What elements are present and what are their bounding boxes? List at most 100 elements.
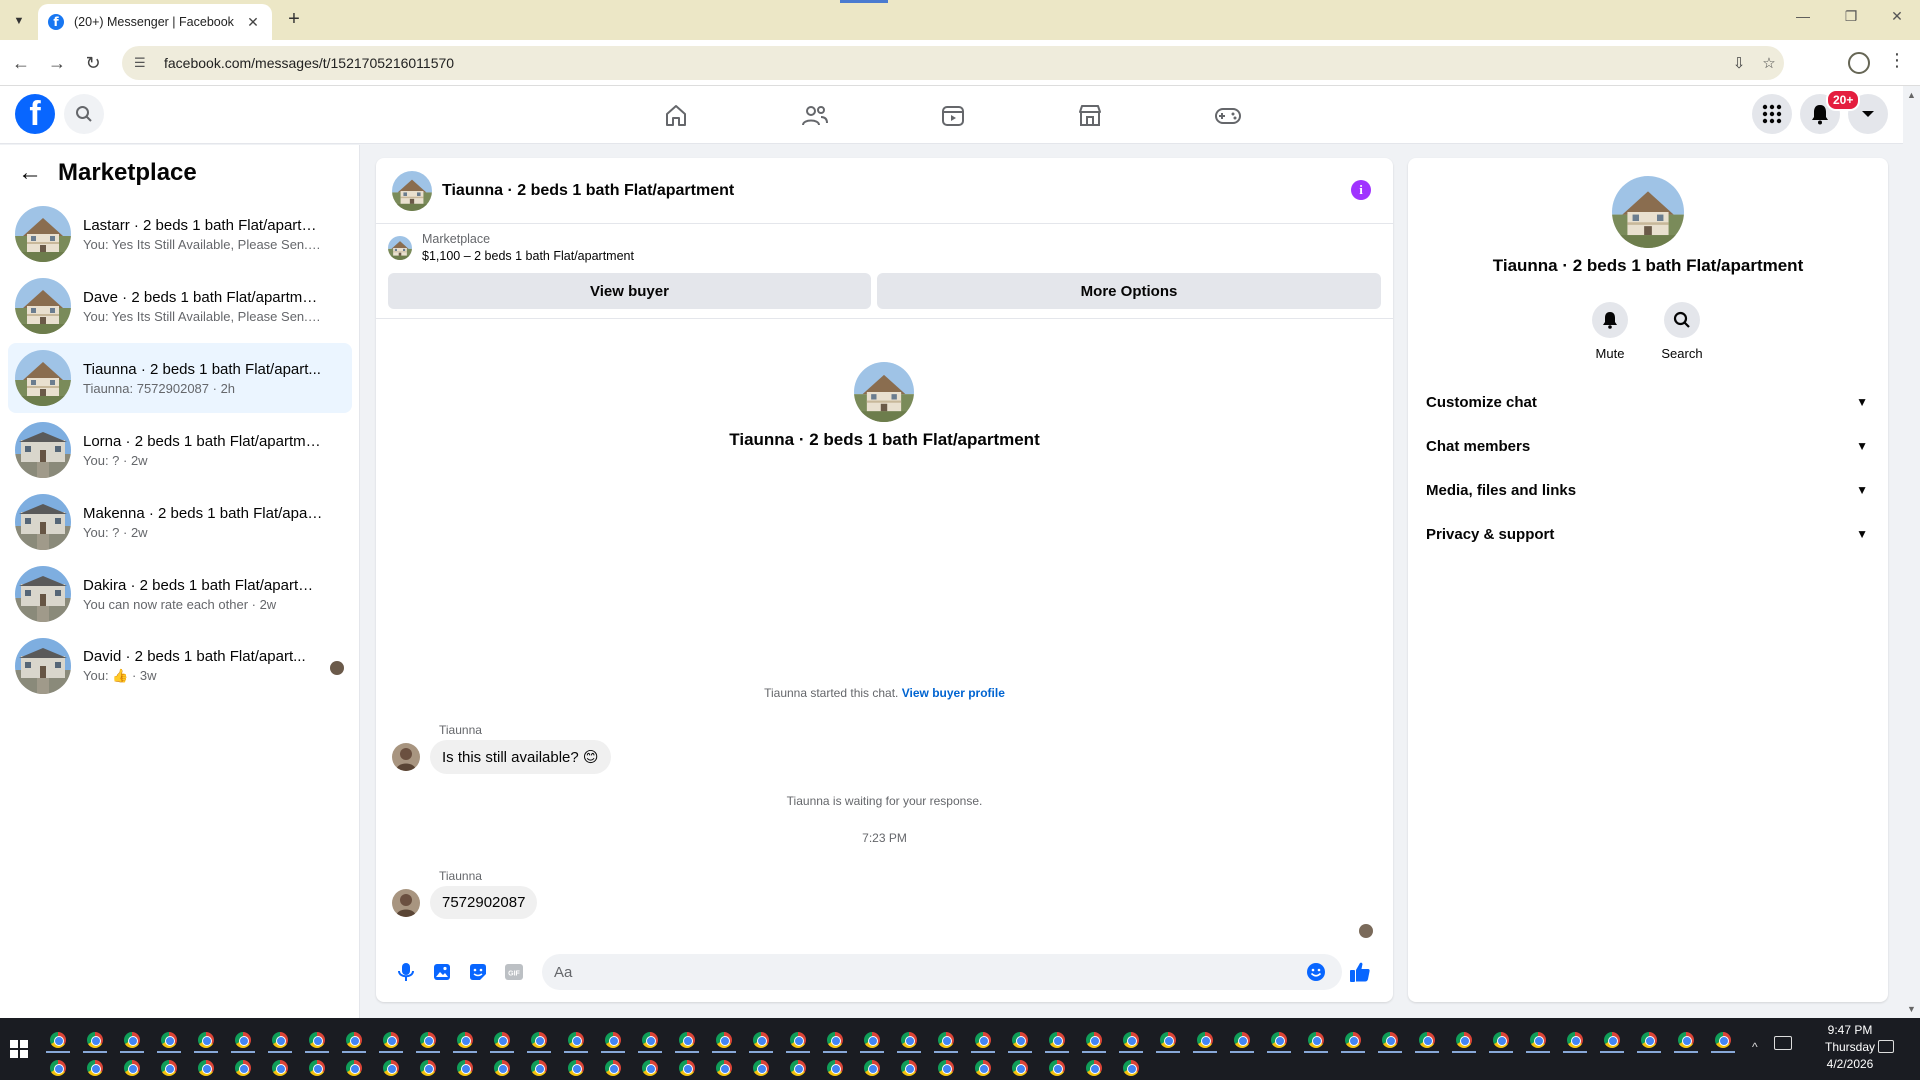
view-buyer-profile-link[interactable]: View buyer profile	[902, 686, 1005, 700]
restore-icon[interactable]: ❐	[1836, 8, 1866, 25]
chrome-taskbar-icon[interactable]	[1123, 1032, 1139, 1048]
chrome-taskbar-icon[interactable]	[642, 1060, 658, 1076]
site-info-icon[interactable]: ☰	[134, 55, 154, 71]
chrome-taskbar-icon[interactable]	[272, 1060, 288, 1076]
chrome-taskbar-icon[interactable]	[383, 1032, 399, 1048]
chrome-taskbar-icon[interactable]	[1049, 1060, 1065, 1076]
close-window-icon[interactable]: ✕	[1882, 8, 1912, 25]
thumbs-up-icon[interactable]	[1342, 954, 1378, 990]
scroll-up-arrow-icon[interactable]: ▲	[1903, 90, 1920, 100]
chrome-taskbar-icon[interactable]	[1567, 1032, 1583, 1048]
chat-item[interactable]: David · 2 beds 1 bath Flat/apart... You:…	[8, 631, 352, 701]
search-button[interactable]: Search	[1652, 302, 1712, 361]
chrome-taskbar-icon[interactable]	[901, 1060, 917, 1076]
chrome-taskbar-icon[interactable]	[827, 1032, 843, 1048]
menu-grid-icon[interactable]	[1752, 94, 1792, 134]
chrome-taskbar-icon[interactable]	[1530, 1032, 1546, 1048]
chrome-taskbar-icon[interactable]	[716, 1032, 732, 1048]
chrome-taskbar-icon[interactable]	[494, 1060, 510, 1076]
emoji-icon[interactable]	[1298, 954, 1334, 990]
chrome-taskbar-icon[interactable]	[1419, 1032, 1435, 1048]
chrome-taskbar-icon[interactable]	[790, 1060, 806, 1076]
chrome-taskbar-icon[interactable]	[1160, 1032, 1176, 1048]
photo-icon[interactable]	[424, 954, 460, 990]
chrome-taskbar-icon[interactable]	[642, 1032, 658, 1048]
marketplace-icon[interactable]	[1035, 94, 1145, 138]
chrome-taskbar-icon[interactable]	[50, 1032, 66, 1048]
chrome-taskbar-icon[interactable]	[790, 1032, 806, 1048]
scroll-down-arrow-icon[interactable]: ▼	[1903, 1004, 1920, 1014]
tab-close-icon[interactable]: ✕	[244, 14, 262, 31]
chat-item[interactable]: Lastarr · 2 beds 1 bath Flat/apartm... Y…	[8, 199, 352, 269]
facebook-logo-icon[interactable]: f	[15, 94, 55, 134]
chrome-taskbar-icon[interactable]	[864, 1060, 880, 1076]
message-input[interactable]	[542, 954, 1342, 990]
privacy-support-row[interactable]: Privacy & support ▼	[1416, 512, 1880, 556]
message-bubble[interactable]: 7572902087	[430, 886, 538, 919]
reload-icon[interactable]: ↻	[80, 50, 106, 76]
chrome-taskbar-icon[interactable]	[124, 1060, 140, 1076]
video-icon[interactable]	[898, 94, 1008, 138]
chrome-taskbar-icon[interactable]	[457, 1032, 473, 1048]
chrome-taskbar-icon[interactable]	[198, 1032, 214, 1048]
chrome-taskbar-icon[interactable]	[531, 1032, 547, 1048]
chrome-taskbar-icon[interactable]	[568, 1032, 584, 1048]
page-scrollbar[interactable]: ▲ ▼	[1903, 86, 1920, 1018]
forward-arrow-icon[interactable]: →	[44, 50, 70, 76]
chrome-taskbar-icon[interactable]	[975, 1032, 991, 1048]
chrome-taskbar-icon[interactable]	[679, 1032, 695, 1048]
chrome-taskbar-icon[interactable]	[346, 1060, 362, 1076]
microphone-icon[interactable]	[388, 954, 424, 990]
tab-search-chevron-icon[interactable]: ▼	[8, 10, 30, 32]
install-app-icon[interactable]: ⇩	[1724, 54, 1754, 72]
chrome-taskbar-icon[interactable]	[309, 1032, 325, 1048]
chrome-taskbar-icon[interactable]	[346, 1032, 362, 1048]
chrome-taskbar-icon[interactable]	[1382, 1032, 1398, 1048]
minimize-icon[interactable]: —	[1788, 8, 1818, 24]
chrome-taskbar-icon[interactable]	[1012, 1032, 1028, 1048]
omnibox[interactable]: ☰ facebook.com/messages/t/15217052160115…	[122, 46, 1784, 80]
chrome-taskbar-icon[interactable]	[827, 1060, 843, 1076]
sticker-icon[interactable]	[460, 954, 496, 990]
new-tab-plus-icon[interactable]: +	[282, 8, 306, 31]
chrome-taskbar-icon[interactable]	[1345, 1032, 1361, 1048]
chrome-taskbar-icon[interactable]	[1123, 1060, 1139, 1076]
chrome-taskbar-icon[interactable]	[457, 1060, 473, 1076]
media-files-links-row[interactable]: Media, files and links ▼	[1416, 468, 1880, 512]
chat-members-row[interactable]: Chat members ▼	[1416, 424, 1880, 468]
chrome-taskbar-icon[interactable]	[1086, 1032, 1102, 1048]
chrome-taskbar-icon[interactable]	[679, 1060, 695, 1076]
conversation-title[interactable]: Tiaunna · 2 beds 1 bath Flat/apartment	[442, 182, 734, 200]
chrome-taskbar-icon[interactable]	[901, 1032, 917, 1048]
chrome-taskbar-icon[interactable]	[198, 1060, 214, 1076]
tray-overflow-icon[interactable]: ^	[1752, 1040, 1758, 1054]
chrome-taskbar-icon[interactable]	[1715, 1032, 1731, 1048]
chrome-taskbar-icon[interactable]	[420, 1032, 436, 1048]
chrome-taskbar-icon[interactable]	[383, 1060, 399, 1076]
back-arrow-icon[interactable]: ←	[8, 50, 34, 76]
browser-menu-icon[interactable]: ⋮	[1888, 50, 1906, 71]
chrome-taskbar-icon[interactable]	[87, 1032, 103, 1048]
chrome-taskbar-icon[interactable]	[1271, 1032, 1287, 1048]
customize-chat-row[interactable]: Customize chat ▼	[1416, 380, 1880, 424]
chrome-taskbar-icon[interactable]	[1641, 1032, 1657, 1048]
chrome-taskbar-icon[interactable]	[161, 1060, 177, 1076]
chrome-taskbar-icon[interactable]	[753, 1060, 769, 1076]
chrome-taskbar-icon[interactable]	[1049, 1032, 1065, 1048]
chrome-taskbar-icon[interactable]	[1234, 1032, 1250, 1048]
gaming-icon[interactable]	[1173, 94, 1283, 138]
sender-avatar[interactable]	[392, 889, 420, 917]
chrome-taskbar-icon[interactable]	[1604, 1032, 1620, 1048]
chrome-taskbar-icon[interactable]	[235, 1060, 251, 1076]
chrome-taskbar-icon[interactable]	[161, 1032, 177, 1048]
sender-avatar[interactable]	[392, 743, 420, 771]
chrome-taskbar-icon[interactable]	[605, 1060, 621, 1076]
browser-tab[interactable]: f (20+) Messenger | Facebook ✕	[38, 4, 272, 40]
browser-profile-icon[interactable]	[1848, 52, 1870, 74]
chat-item[interactable]: Dakira · 2 beds 1 bath Flat/apartm... Yo…	[8, 559, 352, 629]
friends-icon[interactable]	[760, 94, 870, 138]
chrome-taskbar-icon[interactable]	[938, 1060, 954, 1076]
chrome-taskbar-icon[interactable]	[1678, 1032, 1694, 1048]
chrome-taskbar-icon[interactable]	[1086, 1060, 1102, 1076]
view-buyer-button[interactable]: View buyer	[388, 273, 871, 309]
